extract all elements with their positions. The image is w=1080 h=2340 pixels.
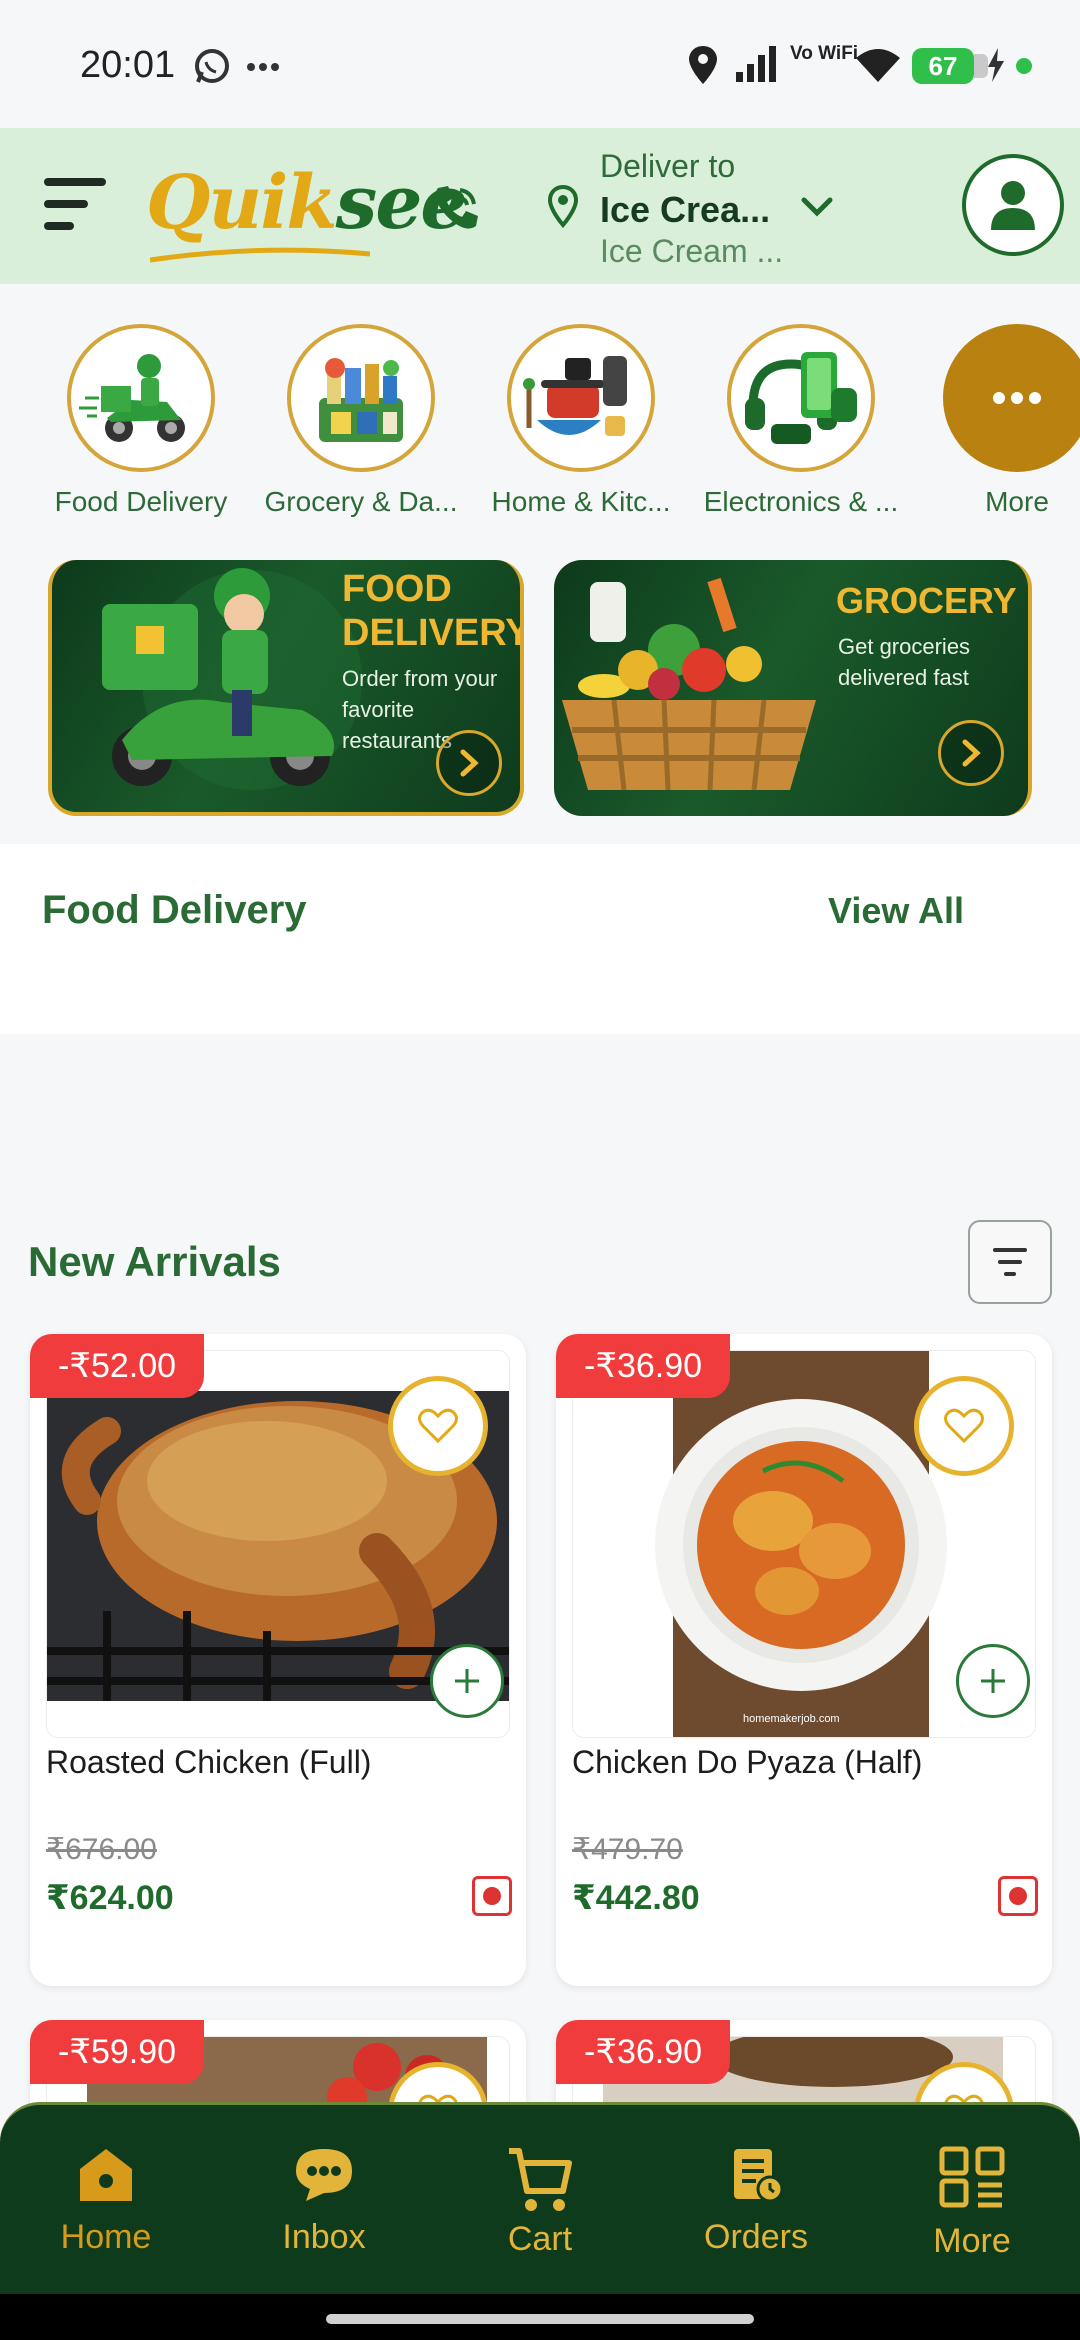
nav-home[interactable]: Home — [6, 2145, 206, 2303]
deliver-to-label: Deliver to — [600, 148, 736, 184]
quiksee-logo: Quiksee — [146, 160, 467, 246]
filter-icon — [993, 1248, 1027, 1252]
banner-title: GROCERY — [836, 580, 1017, 621]
favorite-button[interactable] — [914, 1376, 1014, 1476]
food-delivery-banner[interactable]: FOOD DELIVERY Order from your favorite r… — [48, 560, 524, 816]
heart-icon — [944, 1408, 984, 1444]
discount-badge: -₹59.90 — [30, 2020, 205, 2084]
category-more[interactable]: More — [912, 324, 1080, 518]
nav-more[interactable]: More — [872, 2145, 1072, 2261]
grocery-basket-image — [287, 324, 435, 472]
nav-orders[interactable]: Orders — [656, 2145, 856, 2257]
deliver-address: Ice Cream ... — [600, 233, 784, 269]
category-home-kitchen[interactable]: Home & Kitc... — [476, 324, 686, 518]
menu-icon[interactable] — [44, 178, 110, 238]
chevron-down-icon[interactable] — [800, 196, 834, 218]
category-food-delivery[interactable]: Food Delivery — [36, 324, 246, 518]
category-grocery[interactable]: Grocery & Da... — [256, 324, 466, 518]
product-name: Chicken Do Pyaza (Half) — [572, 1744, 923, 1780]
filter-button[interactable] — [968, 1220, 1052, 1304]
plus-icon — [455, 1669, 479, 1693]
section-title: Food Delivery — [42, 888, 307, 932]
section-title: New Arrivals — [28, 1238, 281, 1285]
sale-price: ₹624.00 — [46, 1879, 174, 1917]
bottom-navigation: Home Inbox Cart Orders More — [0, 2102, 1080, 2303]
logo-swoosh-icon — [150, 247, 370, 263]
banner-arrow-button[interactable] — [938, 720, 1004, 786]
profile-avatar-button[interactable] — [962, 154, 1064, 256]
home-icon — [80, 2149, 132, 2201]
kitchenware-image — [507, 324, 655, 472]
charging-icon — [988, 48, 1004, 82]
category-label: Home & Kitc... — [491, 486, 671, 517]
category-label: Food Delivery — [54, 486, 228, 517]
non-veg-indicator-icon — [472, 1876, 512, 1916]
status-time: 20:01 — [80, 44, 176, 86]
category-electronics[interactable]: Electronics & ... — [696, 324, 906, 518]
phone-call-icon[interactable] — [428, 180, 484, 236]
plus-icon — [981, 1669, 1005, 1693]
delivery-address-selector[interactable]: Deliver to Ice Crea... Ice Cream ... — [600, 148, 783, 270]
grocery-banner[interactable]: GROCERY Get groceries delivered fast — [554, 560, 1032, 816]
status-bar: 20:01 Vo WiFi 67 — [0, 0, 1080, 128]
add-to-cart-button[interactable] — [956, 1644, 1030, 1718]
original-price: ₹479.70 — [572, 1833, 683, 1866]
nav-label: Inbox — [282, 2218, 366, 2256]
app-header: Quiksee Deliver to Ice Crea... Ice Cream… — [0, 128, 1080, 284]
category-row: Food Delivery Grocery & Da... Home & Kit… — [0, 300, 1080, 550]
cart-icon — [509, 2148, 572, 2211]
chevron-right-icon — [962, 739, 981, 767]
banner-arrow-button[interactable] — [436, 730, 502, 796]
delivery-location-icon — [547, 184, 579, 228]
category-label: Electronics & ... — [703, 486, 899, 517]
chevron-right-icon — [460, 749, 479, 777]
banner-subtitle: Get groceries delivered fast — [838, 634, 971, 690]
signal-icon — [736, 46, 776, 82]
nav-label: More — [933, 2222, 1011, 2260]
original-price: ₹676.00 — [46, 1833, 157, 1866]
nav-label: Orders — [704, 2218, 808, 2256]
heart-icon — [418, 1408, 458, 1444]
deliver-name: Ice Crea... — [600, 189, 771, 230]
category-label: Grocery & Da... — [264, 486, 458, 517]
more-notifications-icon — [247, 63, 279, 71]
vegetable-basket-illustration — [562, 577, 816, 791]
chat-bubble-icon — [296, 2149, 352, 2201]
home-gesture-bar[interactable] — [326, 2314, 754, 2324]
location-icon — [689, 46, 717, 84]
non-veg-indicator-icon — [998, 1876, 1038, 1916]
delivery-scooter-illustration — [102, 568, 362, 790]
category-label: More — [985, 486, 1049, 517]
scooter-delivery-image — [67, 324, 215, 472]
sale-price: ₹442.80 — [572, 1879, 700, 1917]
product-name: Roasted Chicken (Full) — [46, 1744, 372, 1780]
electronics-image — [727, 324, 875, 472]
user-icon — [991, 181, 1035, 230]
favorite-button[interactable] — [388, 1376, 488, 1476]
banner-title: FOOD DELIVERY — [342, 568, 524, 654]
nav-label: Cart — [507, 2220, 573, 2258]
wifi-icon — [856, 49, 900, 82]
nav-cart[interactable]: Cart — [440, 2145, 640, 2259]
privacy-dot — [1016, 58, 1032, 74]
nav-inbox[interactable]: Inbox — [224, 2145, 424, 2257]
discount-badge: -₹52.00 — [30, 1334, 205, 1398]
food-delivery-section: Food Delivery View All — [0, 844, 1080, 1034]
product-card[interactable]: -₹52.00 Roasted Chicken (Full) ₹676.00 ₹… — [30, 1334, 526, 1986]
discount-badge: -₹36.90 — [556, 2020, 731, 2084]
nav-label: Home — [60, 2218, 152, 2256]
battery-level: 67 — [912, 48, 988, 84]
discount-badge: -₹36.90 — [556, 1334, 731, 1398]
orders-icon — [734, 2149, 784, 2203]
add-to-cart-button[interactable] — [430, 1644, 504, 1718]
view-all-link[interactable]: View All — [828, 890, 964, 932]
product-card[interactable]: homemakerjob.com -₹36.90 Chicken Do Pyaz… — [556, 1334, 1052, 1986]
whatsapp-icon — [195, 49, 229, 83]
image-watermark: homemakerjob.com — [743, 1713, 840, 1725]
vowifi-indicator: Vo WiFi — [790, 43, 859, 64]
grid-icon — [939, 2146, 1005, 2208]
more-dots-icon — [993, 392, 1041, 404]
